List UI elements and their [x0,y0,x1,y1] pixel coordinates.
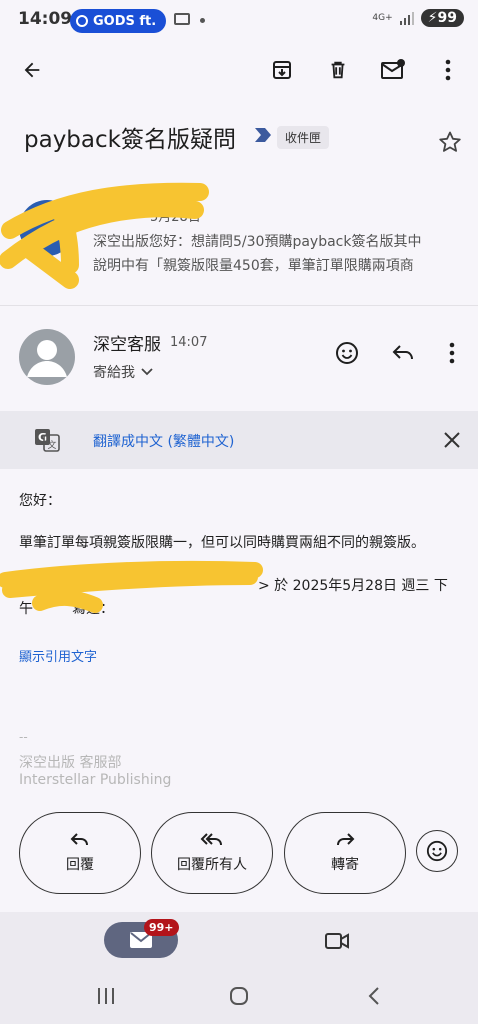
mark-unread-icon [381,59,405,79]
reply-icon [392,345,413,360]
preview-line-2: 說明中有「親簽版限量450套，單筆訂單限購兩項商 [93,258,414,274]
message-more-button[interactable] [440,338,464,368]
reply-icon [70,833,88,846]
signal-icon [399,12,414,25]
earlier-sender-avatar [19,200,75,256]
quote-header-line2-start: 午 [19,601,33,617]
forward-label: 轉寄 [331,857,359,873]
reply-all-icon [200,833,222,846]
important-marker-icon[interactable] [254,126,272,144]
reply-all-label: 回覆所有人 [177,857,247,873]
home-icon [230,987,248,1005]
emoji-icon [336,342,358,364]
emoji-icon [426,840,448,862]
more-options-button[interactable] [434,54,462,86]
app-status-icon [76,15,88,27]
inbox-label-chip[interactable]: 收件匣 [277,126,330,149]
signature-dashes: -- [19,730,28,744]
recipient-label: 寄給我 [93,365,135,381]
delete-icon [331,61,345,79]
star-icon [439,131,461,152]
reply-label: 回覆 [66,857,94,873]
back-button[interactable] [16,54,48,86]
translate-link[interactable]: 翻譯成中文 (繁體中文) [93,431,234,451]
sender-time: 14:07 [170,335,208,350]
status-app-label: GODS ft. [93,13,157,29]
notification-icon [174,13,190,25]
recents-button[interactable] [92,985,120,1007]
mark-unread-button[interactable] [376,54,410,86]
close-translate-button[interactable] [440,428,464,452]
reply-button[interactable]: 回覆 [19,812,141,894]
earlier-date: 5月28日 [150,210,201,225]
email-subject: payback簽名版疑問 [24,127,236,153]
status-right: 4G+ ⚡99 [372,9,464,27]
chevron-down-icon [141,368,153,376]
delete-button[interactable] [322,54,354,86]
divider [0,305,478,306]
body-greeting: 您好： [19,493,61,509]
status-time: 14:09 [18,9,73,29]
translate-icon: G 文 [35,429,60,452]
network-type: 4G+ [372,13,393,23]
signature-line-2: Interstellar Publishing [19,772,172,788]
archive-icon [273,61,291,79]
chevron-left-icon [368,987,379,1005]
more-vert-icon [445,59,451,81]
recipient-toggle[interactable]: 寄給我 [93,362,153,382]
add-reaction-button[interactable] [332,338,362,368]
back-arrow-icon [24,62,40,78]
svg-text:文: 文 [47,439,56,451]
redaction-scribble [0,560,263,613]
battery-indicator: ⚡99 [420,9,464,27]
archive-button[interactable] [266,54,298,86]
signature-line-1: 深空出版 客服部 [19,755,122,771]
more-vert-icon [449,342,455,364]
nav-meet-tab[interactable] [322,928,352,954]
forward-icon [337,833,355,846]
close-icon [444,432,460,448]
system-back-button[interactable] [362,984,386,1008]
earlier-message-preview[interactable]: 深空出版您好：想請問5/30預購payback簽名版其中 說明中有「親簽版限量4… [93,230,463,278]
person-icon [27,340,67,377]
recents-icon [98,988,114,1004]
preview-line-1: 深空出版您好：想請問5/30預購payback簽名版其中 [93,234,422,250]
battery-level: 99 [437,10,457,26]
status-app-pill[interactable]: GODS ft. [70,9,167,33]
notification-dot [200,18,205,23]
reply-icon-button[interactable] [388,338,418,368]
show-quoted-text-link[interactable]: 顯示引用文字 [19,646,97,665]
home-button[interactable] [226,984,252,1008]
translate-bar [0,411,478,469]
sender-name: 深空客服 [93,335,161,355]
forward-button[interactable]: 轉寄 [284,812,406,894]
mail-unread-badge: 99+ [144,919,179,936]
body-line-1: 單筆訂單每項親簽版限購一，但可以同時購買兩組不同的親簽版。 [19,535,425,551]
svg-text:G: G [38,431,47,444]
star-button[interactable] [436,128,464,156]
emoji-reaction-button[interactable] [416,830,458,872]
sender-avatar[interactable] [19,329,75,385]
reply-all-button[interactable]: 回覆所有人 [151,812,273,894]
video-icon [325,933,349,949]
quote-header-line2-end: 寫道： [72,601,114,617]
quote-header: > 於 2025年5月28日 週三 下 [258,578,448,594]
